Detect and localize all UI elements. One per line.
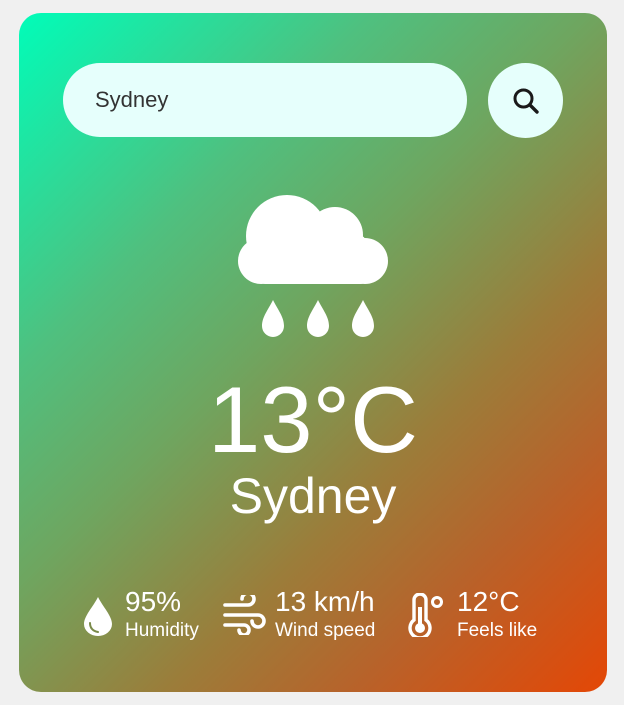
wind-value: 13 km/h — [275, 586, 375, 617]
wind-icon — [223, 595, 266, 635]
humidity-label: Humidity — [125, 620, 199, 641]
thermometer-icon — [408, 593, 443, 637]
search-icon — [513, 88, 539, 114]
feels-like-stat: 12°C Feels like — [406, 583, 546, 645]
water-drop-icon — [84, 597, 112, 636]
humidity-value: 95% — [125, 586, 182, 617]
humidity-stat: 95% Humidity — [81, 583, 211, 645]
rain-cloud-icon — [238, 195, 388, 337]
search-input[interactable] — [63, 63, 467, 137]
feels-like-value: 12°C — [457, 586, 520, 617]
weather-card: 13°C Sydney 95% Humidity 13 km/h Wind sp… — [19, 13, 607, 692]
search-button[interactable] — [488, 63, 563, 138]
feels-like-label: Feels like — [457, 620, 538, 641]
wind-label: Wind speed — [275, 620, 376, 641]
city-name: Sydney — [229, 468, 397, 524]
temperature: 13°C — [207, 367, 419, 472]
wind-stat: 13 km/h Wind speed — [222, 583, 392, 645]
